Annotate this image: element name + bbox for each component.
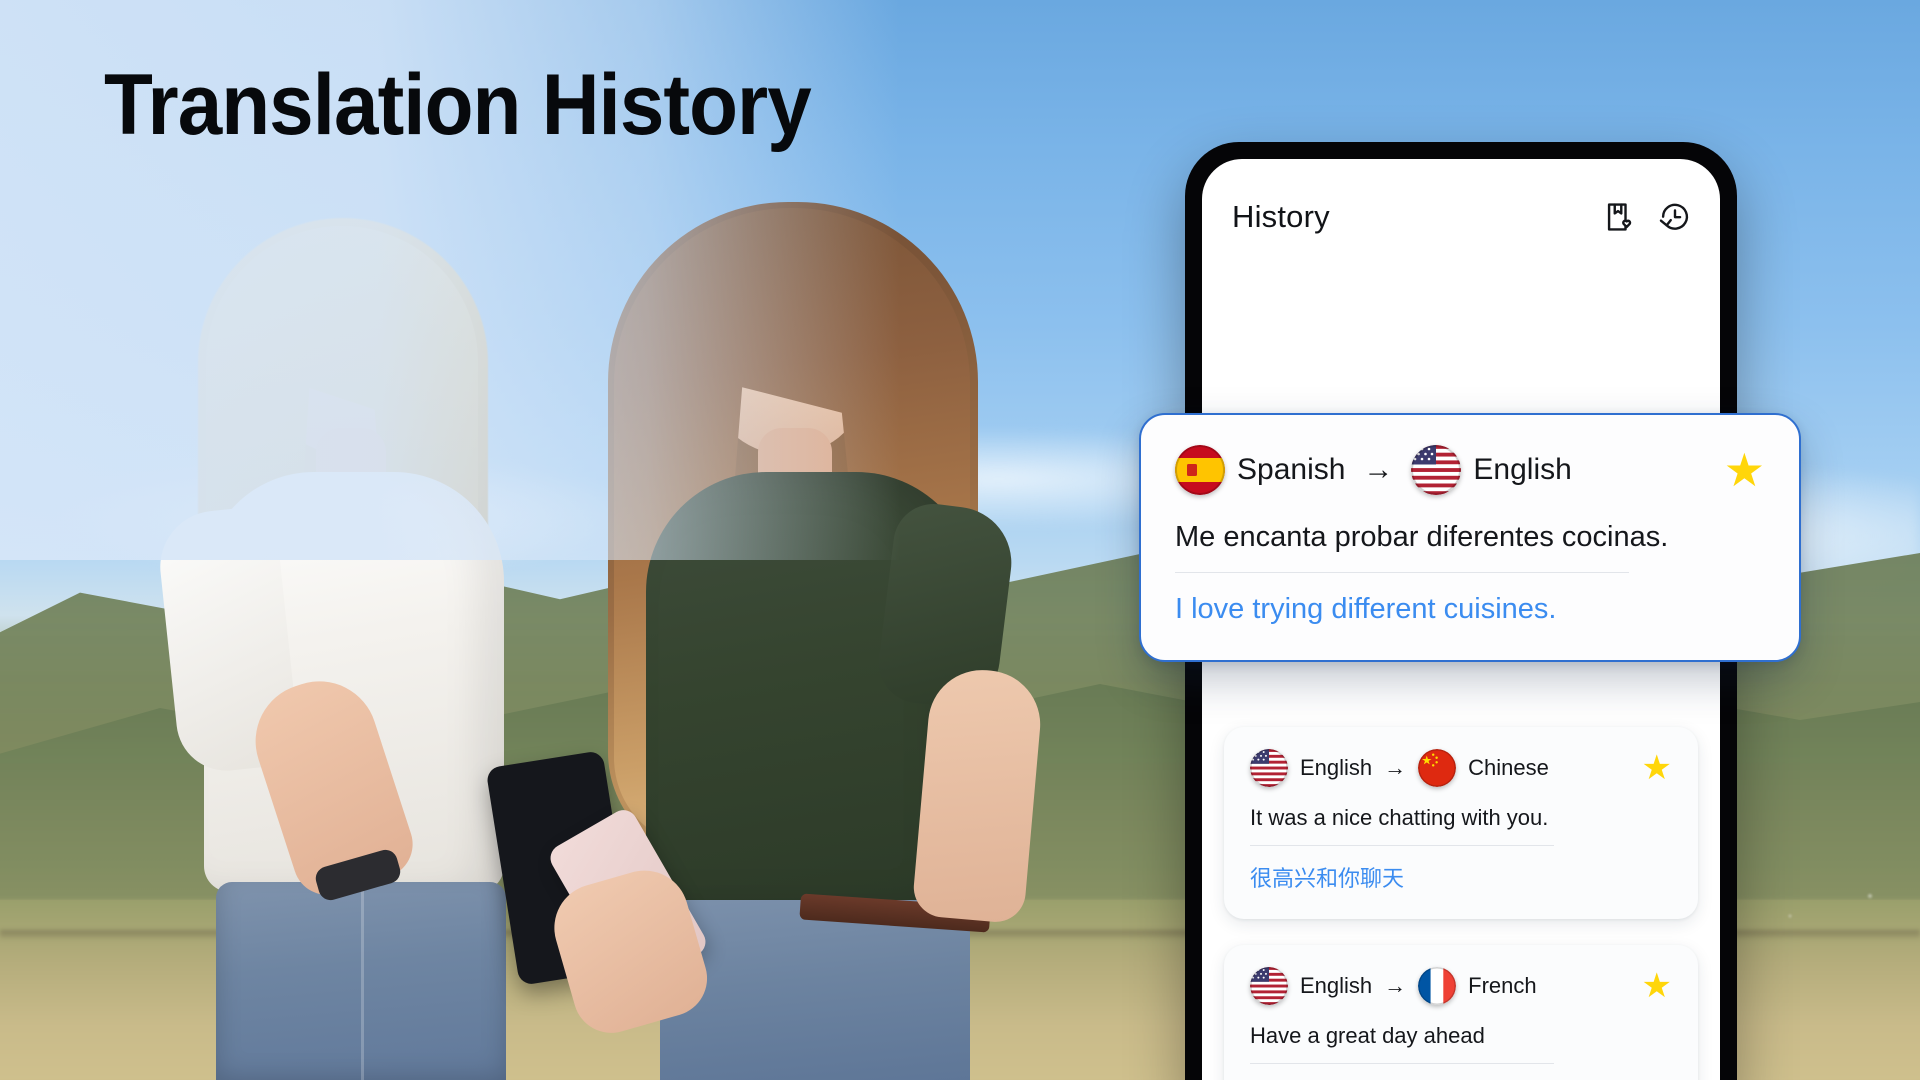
history-list[interactable]: Spanish → English ★ Me encanta probar di… <box>1139 267 1801 1080</box>
source-language-label: Spanish <box>1237 453 1346 486</box>
app-header-title: History <box>1232 199 1330 234</box>
screenshot-root: Translation History History Spanish → En… <box>0 0 1920 1080</box>
history-card-featured[interactable]: Spanish → English ★ Me encanta probar di… <box>1139 413 1801 662</box>
target-language-label: French <box>1468 973 1537 998</box>
language-pair-row: English → French ★ <box>1250 967 1672 1005</box>
flag-china-icon <box>1418 749 1457 787</box>
history-card[interactable]: English → Chinese ★ It was a nice chatti… <box>1224 727 1698 919</box>
flag-usa-icon <box>1250 749 1288 787</box>
flag-france-icon <box>1418 967 1457 1005</box>
target-language-label: Chinese <box>1468 755 1549 780</box>
card-divider <box>1250 1063 1554 1064</box>
flag-usa-icon <box>1411 445 1462 495</box>
language-pair-row: English → Chinese ★ <box>1250 749 1672 787</box>
person-left <box>120 210 637 1080</box>
page-title: Translation History <box>104 57 812 153</box>
source-text: It was a nice chatting with you. <box>1250 805 1549 830</box>
translated-text: 很高兴和你聊天 <box>1250 866 1405 891</box>
person-right <box>543 200 1080 1080</box>
card-divider <box>1175 572 1630 573</box>
target-language-label: English <box>1473 453 1572 486</box>
app-header-actions <box>1602 200 1692 234</box>
arrow-right-icon: → <box>1363 453 1394 486</box>
history-card[interactable]: English → French ★ Have a great day ahea… <box>1224 945 1698 1080</box>
source-language-label: English <box>1300 973 1373 998</box>
star-icon[interactable]: ★ <box>1724 447 1765 493</box>
language-pair-row: Spanish → English ★ <box>1175 445 1765 495</box>
arrow-right-icon: → <box>1384 973 1407 998</box>
star-icon[interactable]: ★ <box>1642 751 1672 785</box>
source-text: Me encanta probar diferentes cocinas. <box>1175 521 1669 553</box>
phone-mockup: History Spanish → English ★ Me encanta p… <box>1139 142 1801 1080</box>
history-clock-icon[interactable] <box>1658 200 1692 234</box>
source-text: Have a great day ahead <box>1250 1023 1485 1048</box>
star-icon[interactable]: ★ <box>1642 969 1672 1003</box>
saved-book-heart-icon[interactable] <box>1602 200 1636 234</box>
card-divider <box>1250 845 1554 846</box>
translated-text: I love trying different cuisines. <box>1175 593 1557 625</box>
app-header: History <box>1202 179 1720 255</box>
history-cards-secondary: English → Chinese ★ It was a nice chatti… <box>1202 727 1720 1080</box>
phone-screen: History Spanish → English ★ Me encanta p… <box>1139 159 1801 1080</box>
arrow-right-icon: → <box>1384 755 1407 780</box>
flag-usa-icon <box>1250 967 1288 1005</box>
flag-spain-icon <box>1175 445 1225 495</box>
source-language-label: English <box>1300 755 1373 780</box>
